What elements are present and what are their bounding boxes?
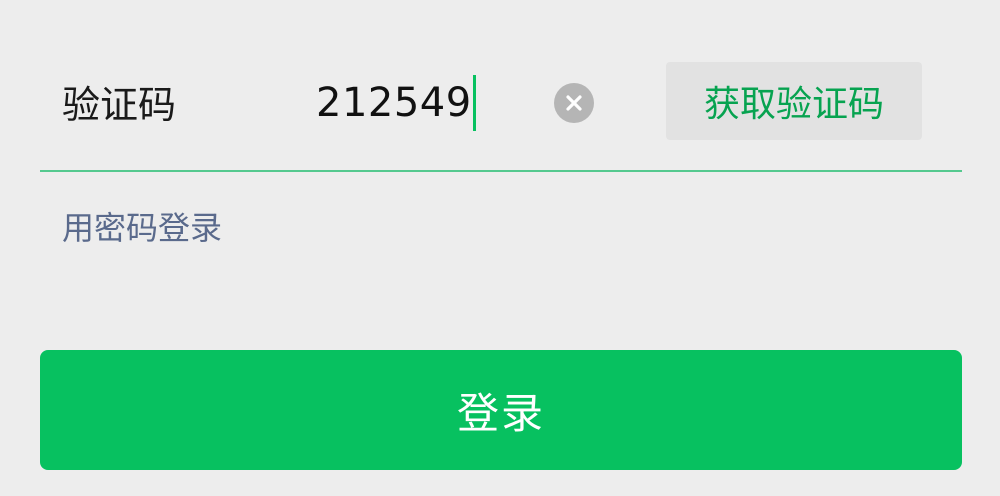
code-input-value[interactable]: 212549	[316, 78, 472, 128]
code-label: 验证码	[62, 83, 177, 127]
clear-icon[interactable]	[554, 83, 594, 123]
password-login-link[interactable]: 用密码登录	[62, 206, 222, 250]
code-input[interactable]: 212549	[316, 74, 476, 132]
text-caret	[472, 75, 476, 131]
sms-login-page: 验证码 212549 获取验证码 用密码登录 登录	[0, 0, 1000, 496]
login-button[interactable]: 登录	[40, 350, 962, 470]
get-code-button[interactable]: 获取验证码	[666, 62, 922, 140]
input-underline	[40, 170, 962, 172]
close-icon	[566, 95, 582, 111]
verification-code-row: 验证码 212549 获取验证码	[40, 40, 962, 170]
